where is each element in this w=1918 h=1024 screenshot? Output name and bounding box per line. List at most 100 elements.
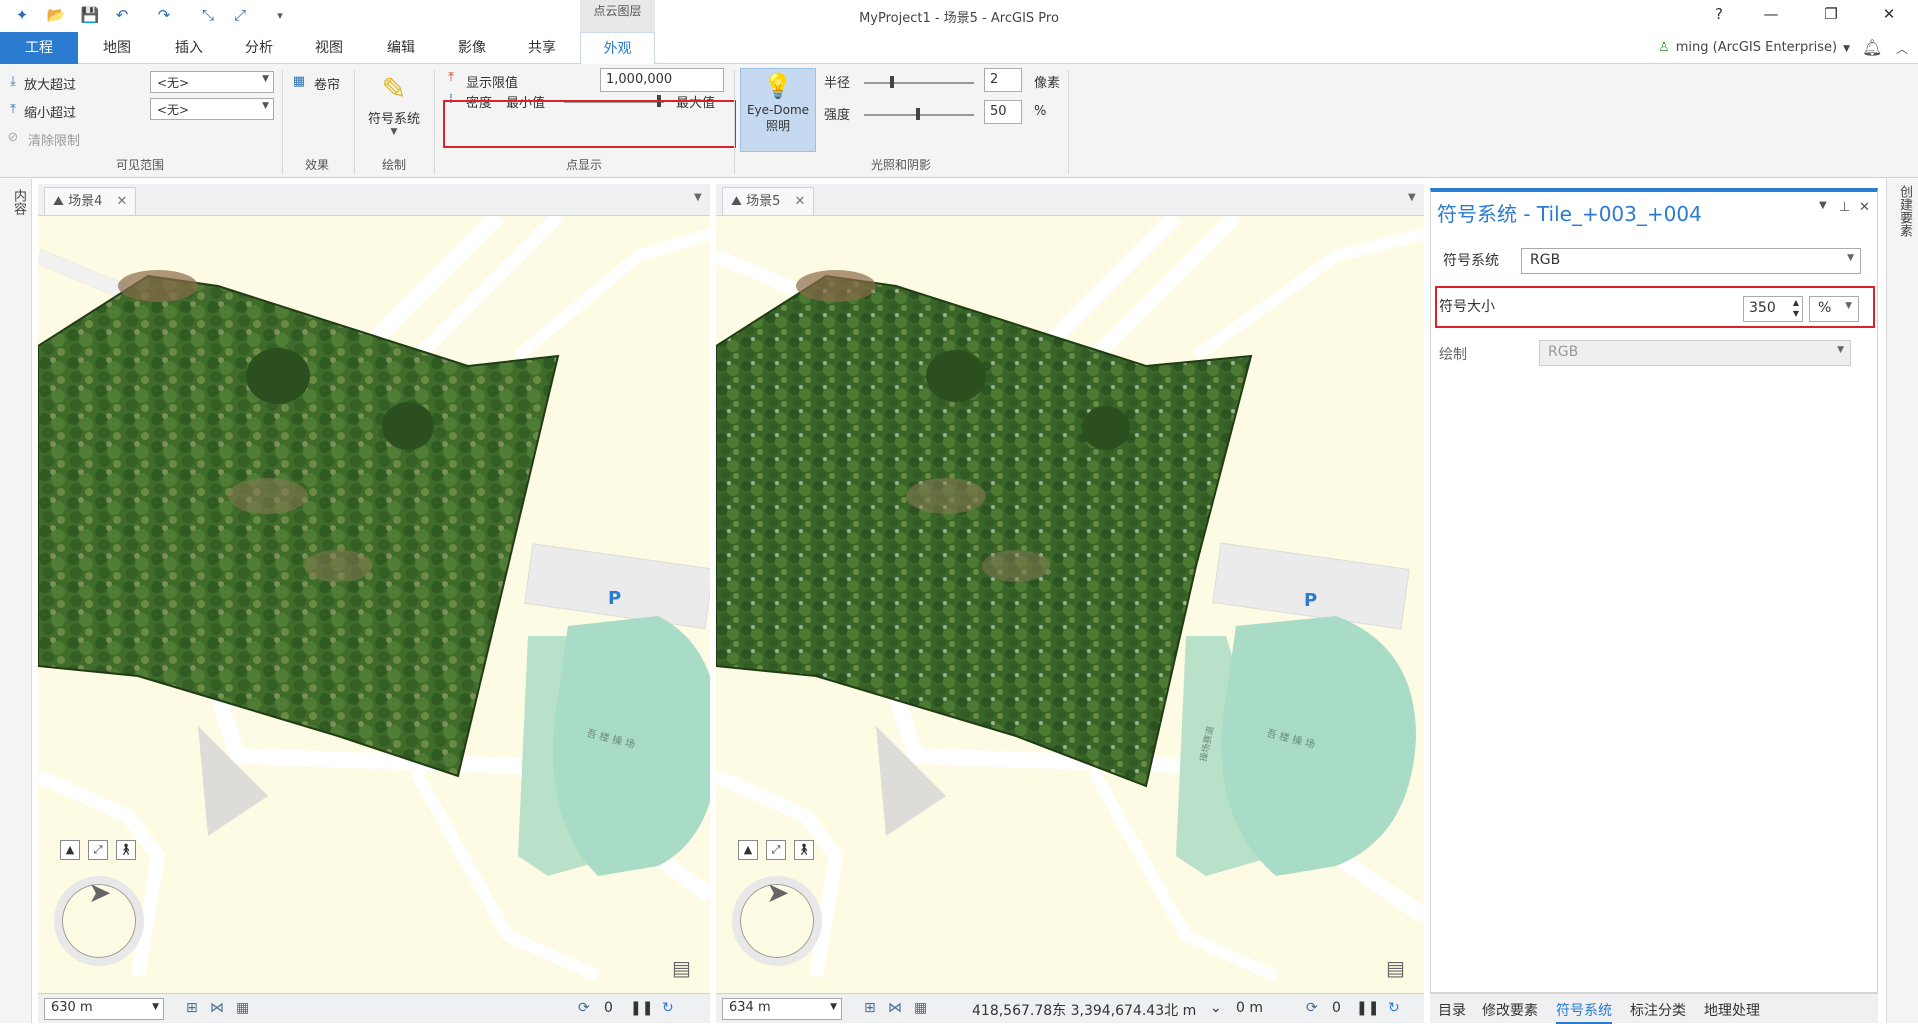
ribbon-collapse-icon[interactable]: ︿ — [1896, 40, 1908, 57]
parking-lot — [524, 543, 710, 630]
tab-modify-features[interactable]: 修改要素 — [1482, 1000, 1538, 1020]
tab-scene4[interactable]: ⛰ 场景4 ✕ — [44, 187, 137, 215]
zoom-in-beyond-icon: ⤓ — [10, 74, 16, 89]
map-view-scene5[interactable]: P 操场赛道 吾 楼 操 场 ▲ ⤢ 🚶︎ ➤ ▤ — [716, 216, 1424, 993]
clear-limits-label[interactable]: 清除限制 — [28, 130, 80, 149]
pin-icon[interactable]: ⊥ — [1839, 200, 1850, 215]
chevron-down-icon: ▼ — [262, 101, 269, 111]
select-features-icon[interactable]: ⊞ — [186, 1000, 198, 1016]
tab-insert[interactable]: 插入 — [160, 32, 218, 64]
symbology-select[interactable]: RGB ▼ — [1521, 248, 1861, 274]
full-extent-icon[interactable]: ⤢ — [766, 840, 786, 860]
density-slider-thumb[interactable] — [657, 95, 661, 107]
draw-select[interactable]: RGB ▼ — [1539, 340, 1851, 366]
overview-icon[interactable]: ▤ — [672, 956, 691, 980]
close-icon[interactable]: ✕ — [1859, 200, 1870, 215]
drawing-group-label: 绘制 — [381, 158, 406, 172]
group-separator — [354, 70, 355, 174]
radius-input[interactable]: 2 — [984, 68, 1022, 92]
tab-scene5-label: 场景5 — [746, 194, 781, 209]
chevron-down-icon[interactable]: ⌄ — [1210, 1000, 1222, 1016]
contents-pane-tab[interactable]: 内容 — [9, 189, 28, 215]
refresh-icon[interactable]: ↻ — [662, 1000, 674, 1016]
save-icon[interactable]: 💾 — [80, 5, 100, 25]
scale-select[interactable]: 630 m ▼ — [44, 998, 164, 1020]
tab-edit[interactable]: 编辑 — [372, 32, 430, 64]
tab-label-class[interactable]: 标注分类 — [1630, 1000, 1686, 1020]
map-view-scene4[interactable]: P 吾 楼 操 场 ▲ ⤢ 🚶︎ ➤ ▤ — [38, 216, 710, 993]
symbology-icon: ✎ — [381, 72, 407, 107]
display-limit-input[interactable]: 1,000,000 — [600, 68, 724, 92]
tab-appearance[interactable]: 外观 — [580, 32, 655, 65]
overview-icon[interactable]: ▤ — [1386, 956, 1405, 980]
undo-icon[interactable]: ↶ — [112, 5, 132, 25]
user-account[interactable]: ♙ ming (ArcGIS Enterprise) ▼ — [1658, 32, 1850, 64]
navigator-up-icon[interactable]: ▲ — [738, 840, 758, 860]
tab-map[interactable]: 地图 — [88, 32, 146, 64]
density-slider-track[interactable] — [564, 101, 664, 103]
zoom-out-beyond-label[interactable]: 缩小超过 — [24, 102, 76, 121]
full-extent-icon[interactable]: ⤢ — [88, 840, 108, 860]
zoom-in-beyond-select[interactable]: <无> ▼ — [150, 71, 274, 93]
close-icon[interactable]: ✕ — [1866, 0, 1912, 28]
tab-project[interactable]: 工程 — [0, 32, 78, 64]
tree-crown — [926, 350, 986, 402]
tab-symbology[interactable]: 符号系统 — [1556, 1000, 1612, 1024]
view-menu-chevron-icon[interactable]: ▼ — [694, 192, 702, 203]
pane-options-chevron-icon[interactable]: ▼ — [1819, 200, 1827, 211]
minimize-icon[interactable]: — — [1748, 0, 1794, 28]
create-features-pane-tab[interactable]: 创建要素 — [1895, 185, 1914, 237]
help-button[interactable]: ? — [1696, 0, 1742, 28]
point-cloud-tile — [716, 274, 1253, 788]
symbol-size-input[interactable]: 350 ▲ ▼ — [1743, 296, 1803, 322]
strength-input[interactable]: 50 — [984, 100, 1022, 124]
snapping-icon[interactable]: ⋈ — [888, 1000, 902, 1016]
strength-slider-thumb[interactable] — [916, 108, 920, 120]
expand-icon[interactable]: ⤢ — [230, 5, 250, 25]
new-project-icon[interactable]: ✦ — [12, 5, 32, 25]
walk-mode-icon[interactable]: 🚶︎ — [794, 840, 814, 860]
close-icon[interactable]: ✕ — [116, 194, 127, 209]
notification-bell-icon[interactable]: 🔔︎ — [1862, 38, 1882, 57]
refresh-icon[interactable]: ↻ — [1388, 1000, 1400, 1016]
open-project-icon[interactable]: 📂 — [46, 5, 66, 25]
grid-icon[interactable]: ▦ — [236, 1000, 249, 1016]
tab-analysis[interactable]: 分析 — [230, 32, 288, 64]
scale-select[interactable]: 634 m ▼ — [722, 998, 842, 1020]
tab-catalog[interactable]: 目录 — [1438, 1000, 1466, 1020]
scene4-canvas: P 吾 楼 操 场 — [38, 216, 710, 982]
symbology-pane: 符号系统 - Tile_+003_+004 ▼ ⊥ ✕ 符号系统 RGB ▼ 符号… — [1430, 188, 1878, 993]
restore-icon[interactable]: ❐ — [1808, 0, 1854, 28]
spinner-icon[interactable]: ▲ ▼ — [1793, 297, 1799, 319]
tab-view[interactable]: 视图 — [300, 32, 358, 64]
collapse-icon[interactable]: ⤡ — [198, 5, 218, 25]
close-icon[interactable]: ✕ — [794, 194, 805, 209]
symbol-size-unit-select[interactable]: % ▼ — [1809, 296, 1859, 322]
zoom-out-beyond-select[interactable]: <无> ▼ — [150, 98, 274, 120]
status-count: 0 — [1332, 1000, 1341, 1016]
select-features-icon[interactable]: ⊞ — [864, 1000, 876, 1016]
swipe-button[interactable]: 卷帘 — [314, 74, 340, 93]
radius-slider-track[interactable] — [864, 82, 974, 84]
tab-scene5[interactable]: ⛰ 场景5 ✕ — [722, 187, 815, 215]
radius-slider-thumb[interactable] — [890, 76, 894, 88]
snapping-icon[interactable]: ⋈ — [210, 1000, 224, 1016]
eye-dome-lighting-button[interactable]: 💡 Eye-Dome 照明 — [740, 68, 816, 152]
customize-toolbar-icon[interactable]: ▾ — [270, 5, 290, 25]
user-name: ming (ArcGIS Enterprise) — [1675, 40, 1838, 55]
tab-geoprocessing[interactable]: 地理处理 — [1704, 1000, 1760, 1020]
tab-imagery[interactable]: 影像 — [443, 32, 501, 64]
pause-icon[interactable]: ❚❚ — [630, 1000, 653, 1016]
chevron-down-icon: ▼ — [262, 74, 269, 84]
symbology-button[interactable]: ✎ 符号系统 ▼ — [360, 72, 428, 137]
walk-mode-icon[interactable]: 🚶︎ — [116, 840, 136, 860]
density-min-label: 最小值 — [506, 96, 546, 111]
tab-share[interactable]: 共享 — [513, 32, 571, 64]
grid-icon[interactable]: ▦ — [914, 1000, 927, 1016]
navigator-up-icon[interactable]: ▲ — [60, 840, 80, 860]
zoom-in-beyond-label[interactable]: 放大超过 — [24, 74, 76, 93]
view-menu-chevron-icon[interactable]: ▼ — [1408, 192, 1416, 203]
status-count: 0 — [604, 1000, 613, 1016]
pause-icon[interactable]: ❚❚ — [1356, 1000, 1379, 1016]
redo-icon[interactable]: ↷ — [154, 5, 174, 25]
